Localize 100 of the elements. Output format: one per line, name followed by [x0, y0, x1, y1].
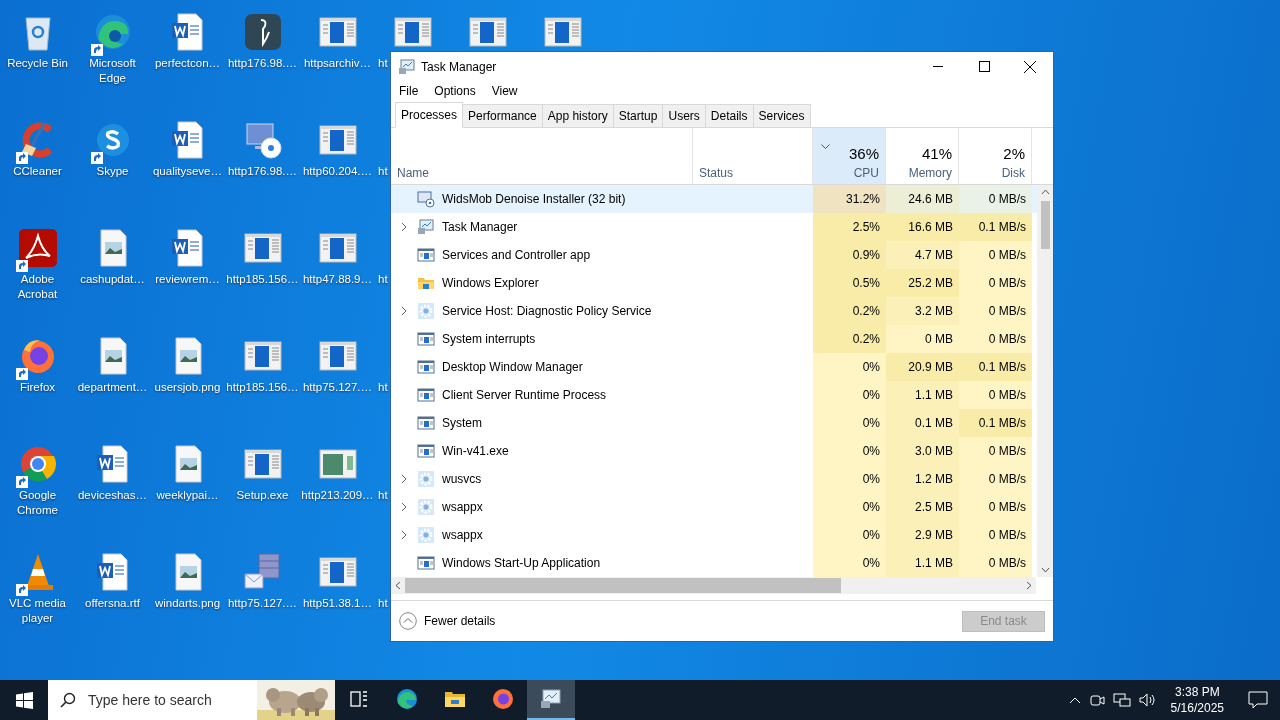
column-label: CPU: [853, 166, 879, 180]
acrobat-icon: [17, 228, 58, 268]
icon-label[interactable]: ht: [378, 164, 391, 179]
icon-label[interactable]: Recycle Bin: [1, 56, 74, 71]
process-name: wusvcs: [442, 472, 482, 486]
scroll-thumb[interactable]: [1040, 201, 1050, 249]
icon-label[interactable]: http176.98.…: [226, 56, 299, 71]
icon-label[interactable]: http185.156…: [226, 272, 299, 287]
usage-cell: 0%: [813, 409, 886, 437]
usage-cell: 0 MB/s: [959, 297, 1032, 325]
fewer-details-button[interactable]: Fewer details: [399, 612, 496, 630]
tab[interactable]: Processes: [395, 102, 464, 128]
icon-label[interactable]: windarts.png: [151, 596, 224, 611]
usage-cell: 31.2%: [813, 185, 886, 213]
icon-label[interactable]: VLC media player: [1, 596, 74, 626]
search-field[interactable]: Type here to search: [86, 691, 257, 709]
process-row[interactable]: WidsMob Denoise Installer (32 bit) 31.2% 24.6 MB 0 MB/s: [391, 185, 1037, 213]
tab[interactable]: Performance: [462, 104, 543, 127]
icon-label[interactable]: usersjob.png: [151, 380, 224, 395]
show-hidden-icons-icon[interactable]: [1068, 696, 1081, 704]
icon-label[interactable]: http185.156…: [226, 380, 299, 395]
tab[interactable]: Startup: [612, 104, 664, 127]
gear-icon: [417, 498, 435, 516]
process-name: wsappx: [442, 528, 483, 542]
process-name: Client Server Runtime Process: [442, 388, 607, 402]
network-icon[interactable]: [1112, 692, 1131, 708]
gear-icon: [417, 470, 435, 488]
icon-label[interactable]: Microsoft Edge: [76, 56, 149, 86]
firefox-icon[interactable]: [491, 687, 515, 711]
icon-label[interactable]: http75.127.…: [226, 596, 299, 611]
volume-icon[interactable]: [1138, 692, 1157, 708]
taskbar-app[interactable]: [527, 680, 575, 720]
sort-caret-icon: [821, 144, 830, 150]
usage-cell: 0 MB/s: [959, 269, 1032, 297]
icon-label[interactable]: Adobe Acrobat: [1, 272, 74, 302]
icon-label[interactable]: http47.88.9…: [301, 272, 374, 287]
column-header[interactable]: 36% CPU: [813, 128, 886, 184]
icon-label[interactable]: ht: [378, 272, 391, 287]
icon-label[interactable]: http176.98.…: [226, 164, 299, 179]
icon-label[interactable]: Google Chrome: [1, 488, 74, 518]
column-total: 41%: [921, 145, 952, 162]
program-window-icon: [417, 442, 435, 460]
icon-label[interactable]: perfectcon…: [151, 56, 224, 71]
menu-item[interactable]: View: [490, 84, 519, 98]
process-name: Task Manager: [442, 220, 518, 234]
expand-chevron-icon[interactable]: [401, 502, 407, 512]
icon-label[interactable]: ht: [378, 56, 391, 71]
search-bar[interactable]: Type here to search: [48, 680, 335, 720]
program-window-icon: [417, 386, 435, 404]
icon-label[interactable]: httpsarchiv…: [301, 56, 374, 71]
icon-label[interactable]: ht: [378, 488, 391, 503]
tab[interactable]: App history: [541, 104, 614, 127]
icon-label[interactable]: offersna.rtf: [76, 596, 149, 611]
usage-cell: 0.9%: [813, 241, 886, 269]
usage-cell: 0%: [813, 521, 886, 549]
icon-label[interactable]: department…: [76, 380, 149, 395]
icon-label[interactable]: http75.127.…: [301, 380, 374, 395]
tab[interactable]: Users: [662, 104, 706, 127]
icon-label[interactable]: http51.38.1…: [301, 596, 374, 611]
tab[interactable]: Services: [752, 104, 811, 127]
installer-icon: [417, 190, 435, 208]
icon-label[interactable]: cashupdat…: [76, 272, 149, 287]
usage-cell: 0.1 MB/s: [959, 409, 1032, 437]
usage-cell: 0%: [813, 549, 886, 577]
icon-label[interactable]: deviceshas…: [76, 488, 149, 503]
expand-chevron-icon[interactable]: [401, 474, 407, 484]
icon-label[interactable]: http213.209…: [301, 488, 374, 503]
menu-item[interactable]: Options: [433, 84, 477, 98]
maximize-icon: [978, 61, 990, 72]
process-name: Service Host: Diagnostic Policy Service: [442, 304, 652, 318]
icon-label[interactable]: weeklypai…: [151, 488, 224, 503]
gear-icon: [417, 302, 435, 320]
menu-item[interactable]: File: [398, 84, 420, 98]
icon-label[interactable]: Firefox: [1, 380, 74, 395]
search-icon[interactable]: [60, 692, 76, 708]
expand-chevron-icon[interactable]: [401, 530, 407, 540]
meet-icon[interactable]: [1088, 692, 1105, 708]
icon-label[interactable]: reviewrem…: [151, 272, 224, 287]
expand-chevron-icon[interactable]: [401, 222, 407, 232]
tuning-fork-app-icon: [242, 12, 283, 52]
icon-label[interactable]: ht: [378, 596, 391, 611]
task-manager-icon[interactable]: [539, 687, 563, 711]
icon-label[interactable]: CCleaner: [1, 164, 74, 179]
icon-label[interactable]: qualityseve…: [151, 164, 224, 179]
icon-label[interactable]: Setup.exe: [226, 488, 299, 503]
tab[interactable]: Details: [704, 104, 754, 127]
usage-cell: 0 MB/s: [959, 241, 1032, 269]
clock[interactable]: 3:38 PM 5/16/2025: [1164, 684, 1230, 716]
vertical-scrollbar[interactable]: [1037, 185, 1053, 577]
usage-cell: 1.2 MB: [886, 465, 959, 493]
windows-logo-icon: [15, 691, 33, 709]
expand-chevron-icon[interactable]: [401, 306, 407, 316]
horizontal-scrollbar[interactable]: [391, 577, 1036, 594]
edge-icon[interactable]: [395, 687, 419, 711]
icon-label[interactable]: http60.204.…: [301, 164, 374, 179]
notifications-icon[interactable]: [1248, 691, 1268, 709]
usage-cell: 4.7 MB: [886, 241, 959, 269]
scroll-thumb[interactable]: [405, 578, 841, 593]
icon-label[interactable]: Skype: [76, 164, 149, 179]
icon-label[interactable]: ht: [378, 380, 391, 395]
